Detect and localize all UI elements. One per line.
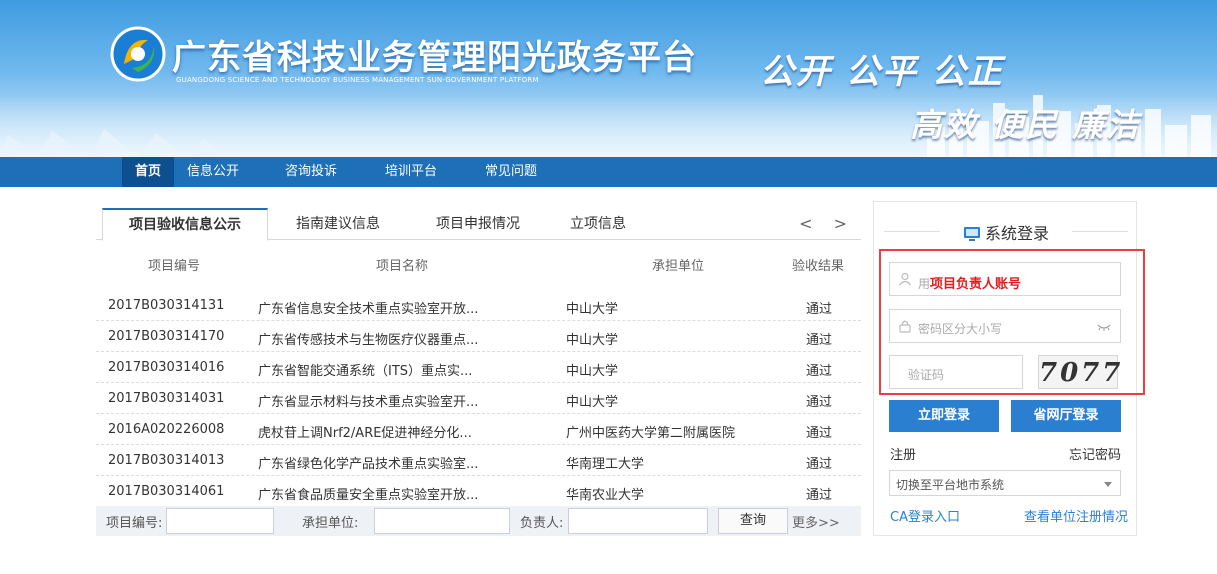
cell-project-no: 2016A020226008 <box>108 422 225 437</box>
cell-unit: 华南农业大学 <box>566 488 645 501</box>
cell-project-no: 2017B030314131 <box>108 298 225 313</box>
cell-project-no: 2017B030314013 <box>108 453 225 468</box>
table-row[interactable]: 2017B030314016 广东省智能交通系统（ITS）重点实... 中山大学… <box>96 352 861 383</box>
project-no-label: 项目编号: <box>106 516 163 531</box>
chevron-down-icon <box>1104 482 1112 487</box>
nav-item-home[interactable]: 首页 <box>122 157 175 187</box>
cell-project-name[interactable]: 广东省传感技术与生物医疗仪器重点... <box>258 329 478 348</box>
site-subtitle: GUANGDONG SCIENCE AND TECHNOLOGY BUSINES… <box>176 76 539 84</box>
login-title-text: 系统登录 <box>984 224 1049 243</box>
cell-unit: 中山大学 <box>566 364 619 379</box>
check-registration-link[interactable]: 查看单位注册情况 <box>1024 506 1128 525</box>
title-divider-left <box>884 231 940 232</box>
nav-item-consult[interactable]: 咨询投诉 <box>272 157 350 187</box>
table-row[interactable]: 2017B030314061 广东省食品质量安全重点实验室开放... 华南农业大… <box>96 476 861 501</box>
cell-project-name[interactable]: 广东省信息安全技术重点实验室开放... <box>258 298 478 317</box>
cell-project-name[interactable]: 虎杖苷上调Nrf2/ARE促进神经分化... <box>258 422 472 441</box>
captcha-field[interactable]: 验证码 <box>889 355 1023 389</box>
login-title: 系统登录 <box>874 220 1138 244</box>
table-header: 项目编号 项目名称 承担单位 验收结果 <box>96 252 861 276</box>
cell-unit: 华南理工大学 <box>566 457 645 472</box>
title-divider-right <box>1072 231 1128 232</box>
col-project-name: 项目名称 <box>376 259 429 274</box>
satellite-dishes-decoration <box>0 129 222 157</box>
cell-result: 通过 <box>806 395 833 410</box>
captcha-image[interactable]: 7077 <box>1038 355 1120 389</box>
cell-result: 通过 <box>806 426 833 441</box>
tab-approval-info[interactable]: 立项信息 <box>558 208 638 240</box>
eye-closed-icon[interactable] <box>1097 322 1111 332</box>
col-result: 验收结果 <box>792 259 845 274</box>
tab-application-status[interactable]: 项目申报情况 <box>422 208 534 240</box>
cell-project-no: 2017B030314061 <box>108 484 225 499</box>
nav-item-training[interactable]: 培训平台 <box>372 157 450 187</box>
account-field[interactable]: 用项目负责人账号 <box>889 262 1121 296</box>
cell-result: 通过 <box>806 333 833 348</box>
more-link[interactable]: 更多>> <box>792 512 840 531</box>
slogan-line-1: 公开 公平 公正 <box>760 52 1004 92</box>
password-field[interactable]: 密码区分大小写 <box>889 309 1121 343</box>
account-hint: 项目负责人账号 <box>930 277 1022 292</box>
register-link[interactable]: 注册 <box>890 444 916 463</box>
nav-item-faq[interactable]: 常见问题 <box>472 157 550 187</box>
search-bar: 项目编号: 承担单位: 负责人: 查询 更多>> <box>96 506 861 536</box>
forgot-password-link[interactable]: 忘记密码 <box>1069 444 1121 463</box>
cell-project-name[interactable]: 广东省绿色化学产品技术重点实验室... <box>258 453 478 472</box>
cell-project-name[interactable]: 广东省显示材料与技术重点实验室开... <box>258 391 478 410</box>
cell-unit: 中山大学 <box>566 395 619 410</box>
cell-project-name[interactable]: 广东省食品质量安全重点实验室开放... <box>258 484 478 501</box>
slogan-line-2: 高效 便民 廉洁 <box>910 106 1141 144</box>
tab-scroll-arrows[interactable]: < > <box>799 214 855 233</box>
login-button[interactable]: 立即登录 <box>889 400 999 432</box>
site-title: 广东省科技业务管理阳光政务平台 <box>172 38 697 78</box>
unit-input[interactable] <box>374 508 510 534</box>
query-button[interactable]: 查询 <box>718 508 788 534</box>
account-placeholder: 用项目负责人账号 <box>918 277 1022 292</box>
cell-unit: 中山大学 <box>566 302 619 317</box>
cell-project-no: 2017B030314016 <box>108 360 225 375</box>
captcha-placeholder: 验证码 <box>908 368 945 382</box>
city-system-select[interactable]: 切换至平台地市系统 <box>889 470 1121 496</box>
city-system-select-value: 切换至平台地市系统 <box>896 478 1005 492</box>
table-row[interactable]: 2017B030314013 广东省绿色化学产品技术重点实验室... 华南理工大… <box>96 445 861 476</box>
leader-label: 负责人: <box>520 516 564 531</box>
lock-icon <box>899 320 911 333</box>
cell-unit: 广州中医药大学第二附属医院 <box>566 426 736 441</box>
table-row[interactable]: 2017B030314031 广东省显示材料与技术重点实验室开... 中山大学 … <box>96 383 861 414</box>
cell-result: 通过 <box>806 364 833 379</box>
cell-result: 通过 <box>806 302 833 317</box>
cell-project-name[interactable]: 广东省智能交通系统（ITS）重点实... <box>258 360 472 379</box>
site-logo-icon <box>110 26 166 82</box>
tab-guide-suggestions[interactable]: 指南建议信息 <box>282 208 394 240</box>
leader-input[interactable] <box>568 508 708 534</box>
col-project-no: 项目编号 <box>148 259 201 274</box>
info-tabs: 项目验收信息公示 指南建议信息 项目申报情况 立项信息 < > <box>96 208 861 241</box>
header-banner: 广东省科技业务管理阳光政务平台 GUANGDONG SCIENCE AND TE… <box>0 0 1217 157</box>
cell-project-no: 2017B030314031 <box>108 391 225 406</box>
user-icon <box>899 272 911 286</box>
project-no-input[interactable] <box>166 508 274 534</box>
col-unit: 承担单位 <box>652 259 705 274</box>
cell-result: 通过 <box>806 488 833 501</box>
acceptance-table-body: 2017B030314131 广东省信息安全技术重点实验室开放... 中山大学 … <box>96 276 861 501</box>
table-row[interactable]: 2016A020226008 虎杖苷上调Nrf2/ARE促进神经分化... 广州… <box>96 414 861 445</box>
main-nav: 首页 信息公开 咨询投诉 培训平台 常见问题 <box>0 157 1217 187</box>
tab-acceptance-notice[interactable]: 项目验收信息公示 <box>102 208 268 241</box>
cell-project-no: 2017B030314170 <box>108 329 225 344</box>
cell-unit: 中山大学 <box>566 333 619 348</box>
gov-login-button[interactable]: 省网厅登录 <box>1011 400 1121 432</box>
nav-item-info-public[interactable]: 信息公开 <box>174 157 252 187</box>
cell-result: 通过 <box>806 457 833 472</box>
ca-login-link[interactable]: CA登录入口 <box>890 506 960 525</box>
monitor-icon <box>963 227 980 241</box>
password-placeholder: 密码区分大小写 <box>918 322 1003 336</box>
unit-label: 承担单位: <box>302 516 359 531</box>
table-row[interactable]: 2017B030314170 广东省传感技术与生物医疗仪器重点... 中山大学 … <box>96 321 861 352</box>
table-row[interactable]: 2017B030314131 广东省信息安全技术重点实验室开放... 中山大学 … <box>96 290 861 321</box>
